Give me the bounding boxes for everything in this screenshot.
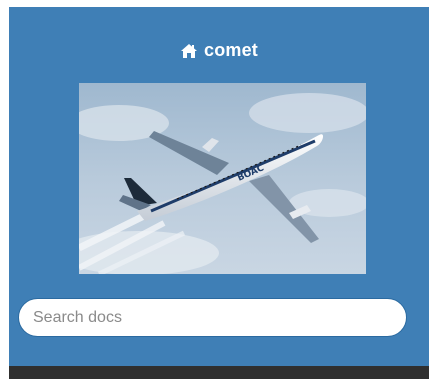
search-box bbox=[18, 298, 407, 337]
project-name: comet bbox=[203, 40, 258, 60]
search-input[interactable] bbox=[18, 298, 407, 337]
navigation-bar bbox=[9, 366, 429, 379]
airplane-logo: BOAC bbox=[79, 83, 366, 274]
project-home-link[interactable]: comet bbox=[9, 40, 429, 61]
home-icon bbox=[180, 43, 198, 59]
